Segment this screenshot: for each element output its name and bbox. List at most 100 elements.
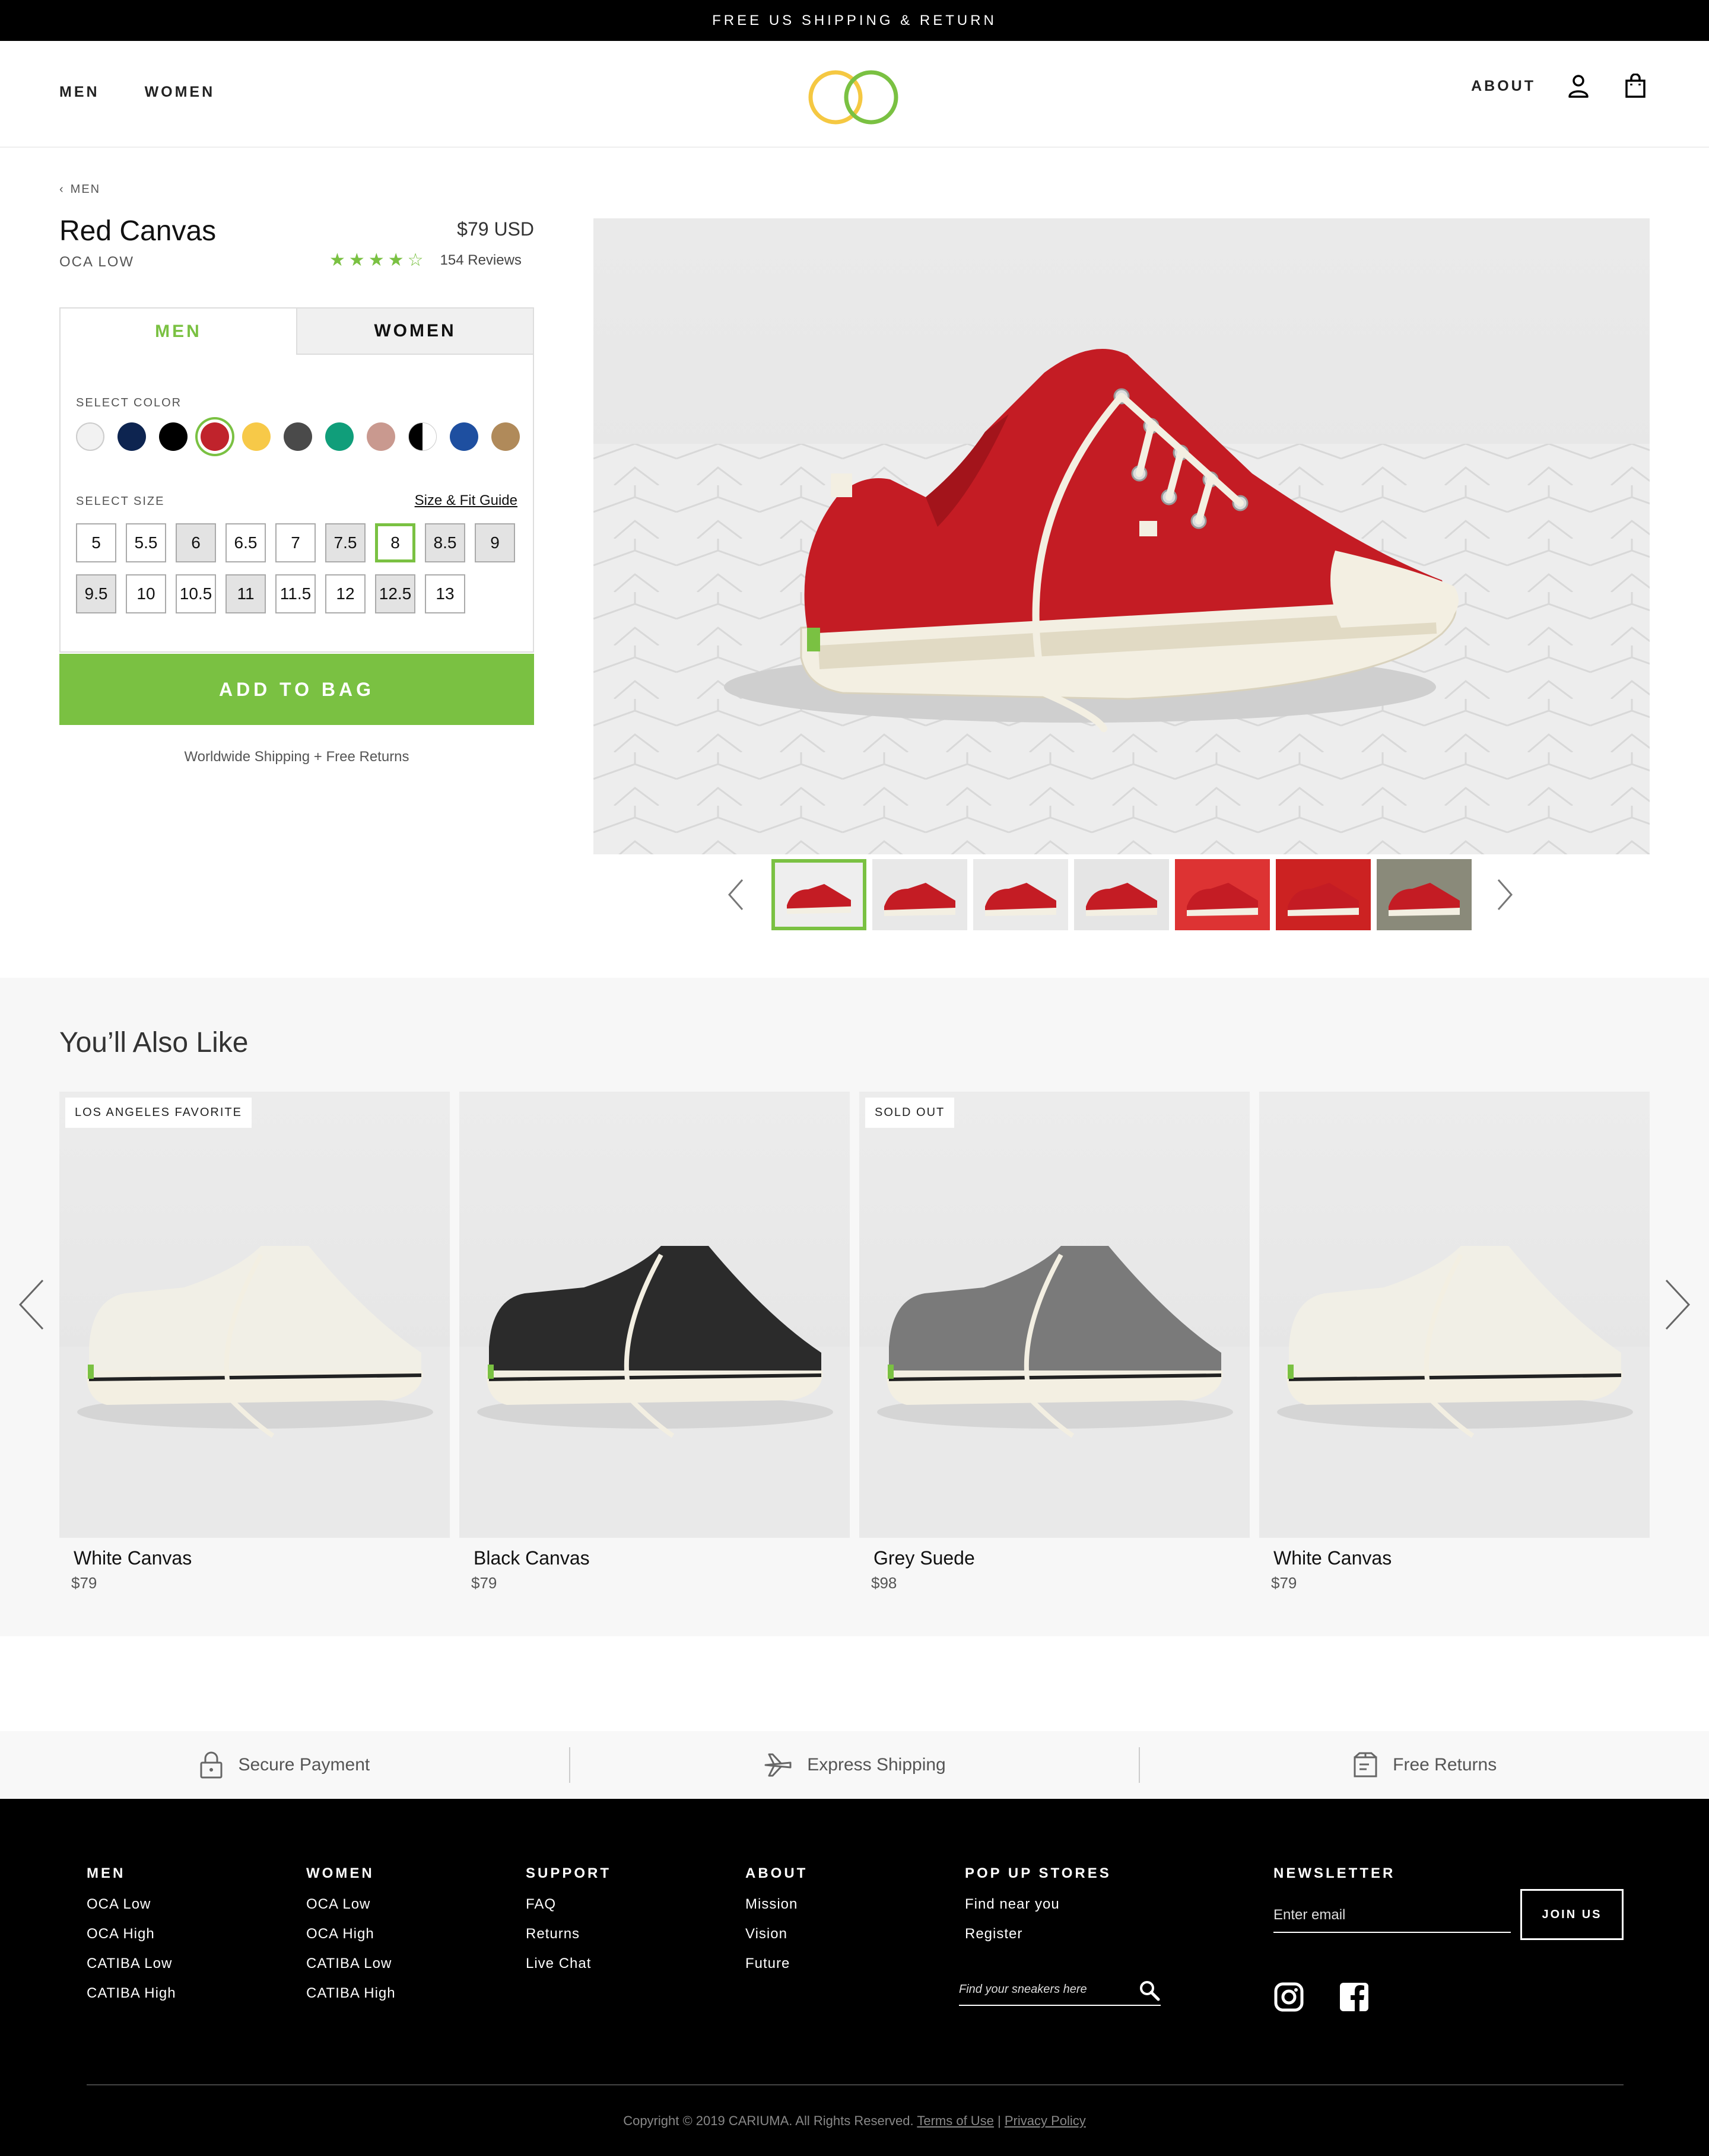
footer-link[interactable]: CATIBA Low	[87, 1955, 176, 1972]
thumbnail[interactable]	[1175, 859, 1270, 930]
carousel-prev-arrow[interactable]	[17, 1278, 46, 1331]
announcement-bar: FREE US SHIPPING & RETURN	[0, 0, 1709, 41]
size-option[interactable]: 11.5	[275, 574, 316, 613]
tab-men[interactable]: MEN	[61, 309, 296, 355]
color-swatch-blue[interactable]	[450, 422, 478, 451]
next-thumbnail-arrow[interactable]	[1493, 877, 1517, 912]
airplane-icon	[764, 1753, 792, 1777]
size-option[interactable]: 7	[275, 523, 316, 562]
size-option[interactable]: 12	[325, 574, 366, 613]
copyright-text: Copyright © 2019 CARIUMA. All Rights Res…	[623, 2113, 914, 2128]
color-swatch-black-white[interactable]	[408, 422, 437, 451]
footer-link[interactable]: Find near you	[965, 1896, 1111, 1913]
size-option[interactable]: 10	[126, 574, 166, 613]
color-swatch-green[interactable]	[325, 422, 354, 451]
footer-link[interactable]: Register	[965, 1926, 1111, 1942]
size-option[interactable]: 6	[176, 523, 216, 562]
announcement-text: FREE US SHIPPING & RETURN	[712, 12, 997, 28]
footer-link[interactable]: Live Chat	[526, 1955, 611, 1972]
product-rating[interactable]: ★ ★ ★ ★ ☆ 154 Reviews	[329, 252, 522, 269]
footer-link[interactable]: CATIBA High	[87, 1985, 176, 2002]
email-field[interactable]: Enter email	[1273, 1907, 1511, 1933]
product-card-price: $79	[71, 1574, 97, 1592]
product-card-name[interactable]: White Canvas	[74, 1547, 450, 1569]
size-option[interactable]: 6.5	[225, 523, 266, 562]
size-option[interactable]: 8.5	[425, 523, 465, 562]
color-swatch-tan[interactable]	[491, 422, 520, 451]
thumbnail[interactable]	[973, 859, 1068, 930]
product-card-price: $98	[871, 1574, 897, 1592]
size-option[interactable]: 13	[425, 574, 465, 613]
privacy-link[interactable]: Privacy Policy	[1005, 2113, 1086, 2128]
size-guide-link[interactable]: Size & Fit Guide	[415, 492, 517, 509]
shopping-bag-icon[interactable]	[1621, 72, 1650, 100]
facebook-icon[interactable]	[1339, 1982, 1370, 2012]
footer-link[interactable]: CATIBA High	[306, 1985, 396, 2002]
size-option[interactable]: 7.5	[325, 523, 366, 562]
breadcrumb-men[interactable]: MEN	[71, 183, 100, 196]
footer-link[interactable]: Mission	[745, 1896, 808, 1913]
product-card[interactable]: LOS ANGELES FAVORITE White Canvas $79	[59, 1092, 450, 1592]
color-swatch-red[interactable]	[201, 422, 229, 451]
nav-men[interactable]: MEN	[59, 84, 100, 101]
product-card-image[interactable]: LOS ANGELES FAVORITE	[59, 1092, 450, 1538]
size-option[interactable]: 10.5	[176, 574, 216, 613]
color-swatch-white[interactable]	[76, 422, 104, 451]
terms-link[interactable]: Terms of Use	[917, 2113, 994, 2128]
footer-link[interactable]: OCA Low	[87, 1896, 176, 1913]
size-option[interactable]: 8	[375, 523, 415, 562]
footer-col-men: MEN OCA Low OCA High CATIBA Low CATIBA H…	[87, 1865, 176, 2015]
footer-link[interactable]: OCA High	[306, 1926, 396, 1942]
add-to-bag-button[interactable]: ADD TO BAG	[59, 654, 534, 725]
sneaker-image	[1259, 1246, 1650, 1538]
search-icon[interactable]	[1138, 1979, 1161, 2002]
size-option[interactable]: 9.5	[76, 574, 116, 613]
thumbnail[interactable]	[872, 859, 967, 930]
product-card-image[interactable]: SOLD OUT	[859, 1092, 1250, 1538]
product-card-image[interactable]	[1259, 1092, 1650, 1538]
product-card-image[interactable]	[459, 1092, 850, 1538]
tab-women[interactable]: WOMEN	[296, 309, 533, 355]
footer-link[interactable]: Returns	[526, 1926, 611, 1942]
nav-women[interactable]: WOMEN	[145, 84, 215, 101]
footer-link[interactable]: OCA High	[87, 1926, 176, 1942]
thumbnail[interactable]	[1377, 859, 1472, 930]
size-option[interactable]: 5	[76, 523, 116, 562]
color-swatch-grey[interactable]	[284, 422, 312, 451]
thumbnail[interactable]	[1074, 859, 1169, 930]
footer-link[interactable]: Vision	[745, 1926, 808, 1942]
instagram-icon[interactable]	[1273, 1982, 1304, 2012]
nav-about[interactable]: ABOUT	[1471, 78, 1536, 95]
product-card[interactable]: Black Canvas $79	[459, 1092, 850, 1592]
size-option[interactable]: 9	[475, 523, 515, 562]
prev-thumbnail-arrow[interactable]	[724, 877, 748, 912]
find-sneakers-input[interactable]: Find your sneakers here	[959, 1981, 1161, 2006]
user-icon[interactable]	[1564, 72, 1593, 100]
product-card-name[interactable]: White Canvas	[1273, 1547, 1650, 1569]
color-swatch-yellow[interactable]	[242, 422, 271, 451]
cariuma-rings-logo[interactable]	[806, 68, 903, 127]
size-option[interactable]: 12.5	[375, 574, 415, 613]
thumbnail[interactable]	[1276, 859, 1371, 930]
gender-tabs: MEN WOMEN	[61, 309, 533, 355]
carousel-next-arrow[interactable]	[1663, 1278, 1692, 1331]
footer-link[interactable]: OCA Low	[306, 1896, 396, 1913]
recommendation-cards: LOS ANGELES FAVORITE White Canvas $79 Black…	[59, 1092, 1650, 1592]
size-option[interactable]: 5.5	[126, 523, 166, 562]
footer-link[interactable]: Future	[745, 1955, 808, 1972]
size-option[interactable]: 11	[225, 574, 266, 613]
product-card[interactable]: White Canvas $79	[1259, 1092, 1650, 1592]
color-swatch-rose[interactable]	[367, 422, 395, 451]
footer-link[interactable]: CATIBA Low	[306, 1955, 396, 1972]
thumbnail[interactable]	[771, 859, 866, 930]
product-card-name[interactable]: Black Canvas	[474, 1547, 850, 1569]
product-main-image[interactable]	[593, 218, 1650, 854]
footer-link[interactable]: FAQ	[526, 1896, 611, 1913]
join-us-button[interactable]: JOIN US	[1520, 1889, 1624, 1940]
review-count[interactable]: 154 Reviews	[440, 252, 522, 269]
color-swatch-navy[interactable]	[117, 422, 146, 451]
color-swatch-black[interactable]	[159, 422, 188, 451]
breadcrumb[interactable]: ‹ MEN	[59, 183, 100, 196]
product-card[interactable]: SOLD OUT Grey Suede $98	[859, 1092, 1250, 1592]
product-card-name[interactable]: Grey Suede	[873, 1547, 1250, 1569]
